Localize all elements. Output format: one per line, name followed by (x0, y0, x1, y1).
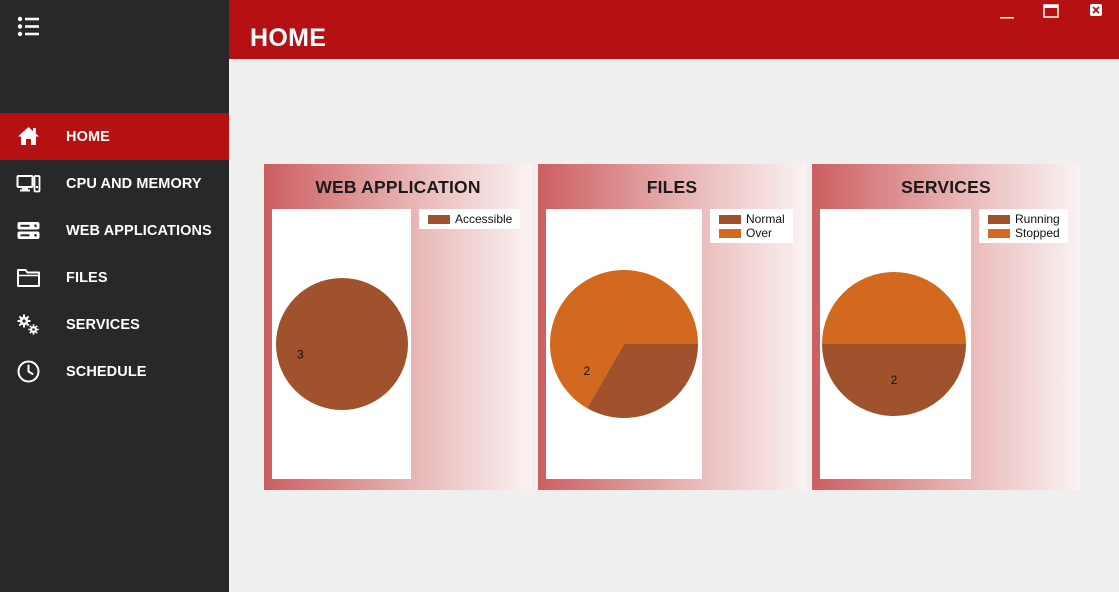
chart-plot-area: 12 (546, 209, 702, 479)
pie-data-label: 3 (297, 347, 304, 361)
monitor-icon (16, 175, 41, 193)
pie-chart: 12 (550, 270, 698, 418)
server-icon (17, 222, 40, 239)
hamburger-list-icon[interactable] (16, 15, 42, 39)
chart-legend: Normal Over (710, 209, 793, 243)
sidebar-item-label: SERVICES (66, 316, 140, 333)
files-card: FILES 12 Normal Over (538, 164, 806, 490)
sidebar-item-label: WEB APPLICATIONS (66, 222, 212, 239)
sidebar: HOME CPU AND MEMORY WEB APPLICATIONS FIL… (0, 0, 229, 592)
gears-icon (17, 314, 39, 335)
sidebar-item-files[interactable]: FILES (0, 254, 229, 301)
sidebar-item-label: SCHEDULE (66, 363, 147, 380)
close-icon[interactable] (1086, 3, 1106, 19)
legend-item: Accessible (428, 212, 512, 226)
legend-label: Running (1015, 212, 1060, 226)
pie-chart: 3 (276, 278, 408, 410)
nav-menu: HOME CPU AND MEMORY WEB APPLICATIONS FIL… (0, 113, 229, 395)
legend-item: Stopped (988, 226, 1060, 240)
sidebar-item-schedule[interactable]: SCHEDULE (0, 348, 229, 395)
chart-legend: Running Stopped (979, 209, 1068, 243)
sidebar-item-label: CPU AND MEMORY (66, 175, 202, 192)
chart-plot-area: 3 (272, 209, 411, 479)
maximize-icon[interactable] (1041, 3, 1061, 19)
legend-swatch (988, 228, 1010, 238)
sidebar-item-label: FILES (66, 269, 108, 286)
legend-swatch (719, 214, 741, 224)
legend-swatch (719, 228, 741, 238)
page-title: HOME (250, 24, 327, 52)
folder-icon (17, 269, 40, 287)
legend-swatch (428, 214, 450, 224)
chart-title: SERVICES (901, 177, 991, 197)
pie-chart: 22 (822, 272, 966, 416)
legend-label: Over (746, 226, 773, 240)
legend-item: Running (988, 212, 1060, 226)
sidebar-item-home[interactable]: HOME (0, 113, 229, 160)
sidebar-item-web-applications[interactable]: WEB APPLICATIONS (0, 207, 229, 254)
header: HOME (229, 0, 1119, 59)
sidebar-item-cpu-and-memory[interactable]: CPU AND MEMORY (0, 160, 229, 207)
home-icon (18, 127, 39, 145)
minimize-icon[interactable] (997, 3, 1017, 19)
chart-title: WEB APPLICATION (315, 177, 481, 197)
pie-slice-accessible (276, 278, 408, 410)
pie-data-label: 2 (584, 364, 591, 378)
chart-plot-area: 22 (820, 209, 971, 479)
chart-title: FILES (646, 177, 698, 197)
sidebar-item-label: HOME (66, 128, 110, 145)
services-card: SERVICES 22 Running Stopped (812, 164, 1080, 490)
web-application-card: WEB APPLICATION 3 Accessible (264, 164, 532, 490)
legend-swatch (988, 214, 1010, 224)
legend-label: Stopped (1015, 226, 1060, 240)
legend-label: Accessible (455, 212, 513, 226)
pie-data-label: 2 (891, 373, 898, 387)
chart-legend: Accessible (419, 209, 521, 229)
legend-item: Normal (719, 212, 785, 226)
legend-item: Over (719, 226, 785, 240)
clock-icon (17, 360, 40, 383)
pie-slice-stopped (822, 272, 966, 344)
sidebar-item-services[interactable]: SERVICES (0, 301, 229, 348)
legend-label: Normal (746, 212, 785, 226)
